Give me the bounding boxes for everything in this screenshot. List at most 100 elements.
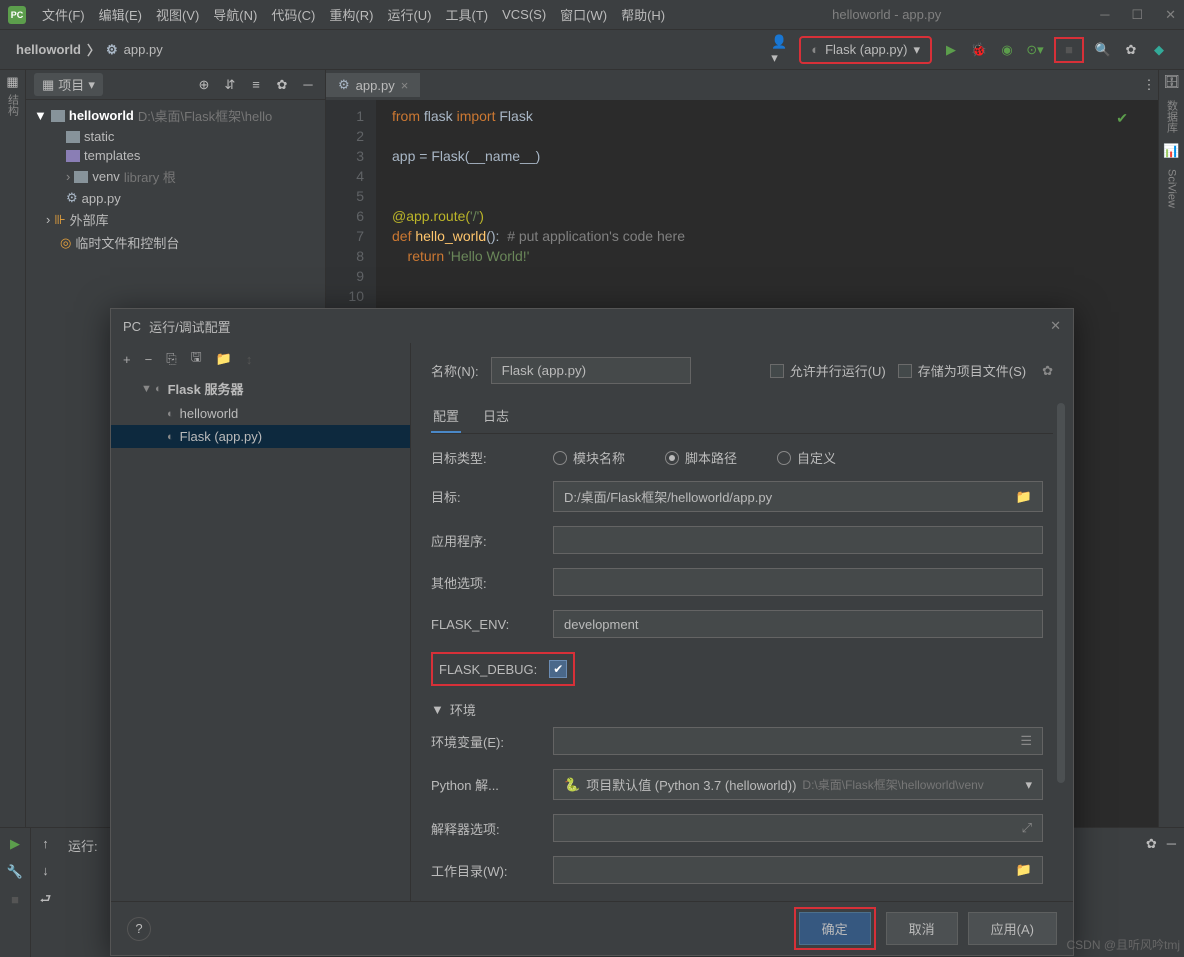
menu-file[interactable]: 文件(F)	[42, 5, 85, 24]
run-tool-stop-icon[interactable]: ■	[11, 892, 19, 907]
project-tool-icon[interactable]: ▦	[6, 74, 18, 90]
app-input[interactable]	[553, 526, 1043, 554]
config-tree-item-flask[interactable]: Flask (app.py)	[111, 425, 410, 448]
ok-button[interactable]: 确定	[799, 912, 871, 945]
breadcrumb-project[interactable]: helloworld	[16, 42, 81, 57]
store-project-checkbox[interactable]: 存储为项目文件(S)	[898, 361, 1026, 380]
env-list-icon[interactable]: ☰	[1020, 733, 1032, 749]
tree-external-libs[interactable]: ›⊪外部库	[26, 208, 325, 231]
menu-run[interactable]: 运行(U)	[387, 5, 431, 24]
up-icon[interactable]: ↑	[42, 836, 49, 851]
name-input[interactable]	[491, 357, 691, 384]
help-button[interactable]: ?	[127, 917, 151, 941]
menu-window[interactable]: 窗口(W)	[560, 5, 607, 24]
work-dir-label: 工作目录(W):	[431, 861, 541, 880]
bottom-hide-icon[interactable]: ─	[1167, 836, 1176, 851]
select-open-file-icon[interactable]: ⊕	[195, 76, 213, 94]
expand-all-icon[interactable]: ⇵	[221, 76, 239, 94]
other-opts-input[interactable]	[553, 568, 1043, 596]
down-icon[interactable]: ↓	[42, 863, 49, 878]
menu-view[interactable]: 视图(V)	[156, 5, 199, 24]
radio-module[interactable]: 模块名称	[553, 448, 625, 467]
target-input[interactable]: D:/桌面/Flask框架/helloworld/app.py📁	[553, 481, 1043, 512]
run-config-selector[interactable]: Flask (app.py)▾	[799, 36, 932, 64]
menubar: 文件(F) 编辑(E) 视图(V) 导航(N) 代码(C) 重构(R) 运行(U…	[34, 0, 673, 30]
menu-edit[interactable]: 编辑(E)	[99, 5, 142, 24]
remove-config-button[interactable]: −	[145, 352, 153, 367]
tree-folder-static[interactable]: static	[26, 127, 325, 146]
close-icon[interactable]: ✕	[1165, 7, 1176, 23]
project-view-dropdown[interactable]: ▦项目▾	[34, 73, 103, 96]
menu-navigate[interactable]: 导航(N)	[213, 5, 257, 24]
work-dir-input[interactable]: 📁	[553, 856, 1043, 884]
menu-tools[interactable]: 工具(T)	[445, 5, 488, 24]
flask-debug-checkbox[interactable]: ✔	[549, 660, 567, 678]
tree-scratches[interactable]: ◎临时文件和控制台	[26, 231, 325, 254]
apply-button[interactable]: 应用(A)	[968, 912, 1057, 945]
add-config-button[interactable]: +	[123, 352, 131, 367]
add-config-icon[interactable]: 👤▾	[771, 41, 789, 59]
wrench-icon[interactable]: 🔧	[7, 864, 23, 880]
allow-parallel-checkbox[interactable]: 允许并行运行(U)	[770, 361, 886, 380]
panel-settings-icon[interactable]: ✿	[273, 76, 291, 94]
save-config-button[interactable]: 🖫	[191, 348, 202, 370]
tree-file-app[interactable]: ⚙app.py	[26, 188, 325, 208]
sort-config-button[interactable]: ↕	[246, 352, 253, 367]
debug-icon[interactable]: 🐞	[970, 41, 988, 59]
structure-tool-label[interactable]: 结构	[5, 94, 21, 116]
project-root[interactable]: ▼ helloworld D:\桌面\Flask框架\hello	[26, 104, 325, 127]
browse-icon[interactable]: 📁	[1016, 489, 1032, 505]
dialog-scrollbar[interactable]	[1057, 403, 1065, 783]
cancel-button[interactable]: 取消	[886, 912, 958, 945]
other-opts-label: 其他选项:	[431, 573, 541, 592]
database-tool-icon[interactable]: 🗄	[1163, 74, 1180, 90]
tree-folder-templates[interactable]: templates	[26, 146, 325, 165]
menu-help[interactable]: 帮助(H)	[621, 5, 665, 24]
sciview-tool-icon[interactable]: 📊	[1163, 143, 1179, 159]
copy-config-button[interactable]: ⎘	[166, 351, 176, 367]
tab-close-icon[interactable]: ×	[401, 78, 409, 93]
env-vars-input[interactable]: ☰	[553, 727, 1043, 755]
interp-opts-input[interactable]: ⤢	[553, 814, 1043, 842]
bottom-settings-icon[interactable]: ✿	[1146, 836, 1157, 852]
settings-icon[interactable]: ✿	[1122, 41, 1140, 59]
tree-folder-venv[interactable]: ›venv library 根	[26, 165, 325, 188]
hide-panel-icon[interactable]: ─	[299, 76, 317, 94]
editor-more-icon[interactable]: ⋮	[1140, 76, 1158, 94]
profile-icon[interactable]: ⊙▾	[1026, 41, 1044, 59]
python-interp-dropdown[interactable]: 🐍 项目默认值 (Python 3.7 (helloworld)) D:\桌面\…	[553, 769, 1043, 800]
radio-script[interactable]: 脚本路径	[665, 448, 737, 467]
store-settings-icon[interactable]: ✿	[1042, 363, 1053, 379]
dialog-logo-icon: PC	[123, 319, 141, 334]
env-section-header[interactable]: ▼环境	[431, 700, 1043, 719]
code-with-me-icon[interactable]: ◆	[1150, 41, 1168, 59]
search-icon[interactable]: 🔍	[1094, 41, 1112, 59]
database-label[interactable]: 数据库	[1164, 100, 1180, 133]
menu-refactor[interactable]: 重构(R)	[329, 5, 373, 24]
tab-logs[interactable]: 日志	[481, 400, 511, 433]
folder-config-button[interactable]: 📁	[216, 351, 232, 367]
maximize-icon[interactable]: ☐	[1131, 7, 1143, 23]
sciview-label[interactable]: SciView	[1166, 169, 1178, 208]
browse-workdir-icon[interactable]: 📁	[1016, 862, 1032, 878]
dialog-close-icon[interactable]: ✕	[1050, 318, 1061, 334]
menu-code[interactable]: 代码(C)	[271, 5, 315, 24]
breadcrumb-file[interactable]: app.py	[124, 42, 163, 57]
run-tool-play-icon[interactable]: ▶	[10, 836, 20, 852]
collapse-icon[interactable]: ≡	[247, 76, 265, 94]
wrap-icon[interactable]: ⮐	[40, 890, 52, 912]
menu-vcs[interactable]: VCS(S)	[502, 7, 546, 22]
tab-config[interactable]: 配置	[431, 400, 461, 433]
expand-icon[interactable]: ⤢	[1022, 820, 1032, 836]
stop-icon[interactable]: ■	[1060, 41, 1078, 59]
config-tree-item-helloworld[interactable]: helloworld	[111, 402, 410, 425]
config-tree-root[interactable]: Flask 服务器	[111, 375, 410, 402]
app-logo-icon: PC	[8, 6, 26, 24]
coverage-icon[interactable]: ◉	[998, 41, 1016, 59]
app-label: 应用程序:	[431, 531, 541, 550]
editor-tab-app[interactable]: ⚙app.py×	[326, 73, 420, 97]
flask-env-input[interactable]: development	[553, 610, 1043, 638]
minimize-icon[interactable]: ─	[1100, 7, 1109, 23]
run-icon[interactable]: ▶	[942, 41, 960, 59]
radio-custom[interactable]: 自定义	[777, 448, 836, 467]
